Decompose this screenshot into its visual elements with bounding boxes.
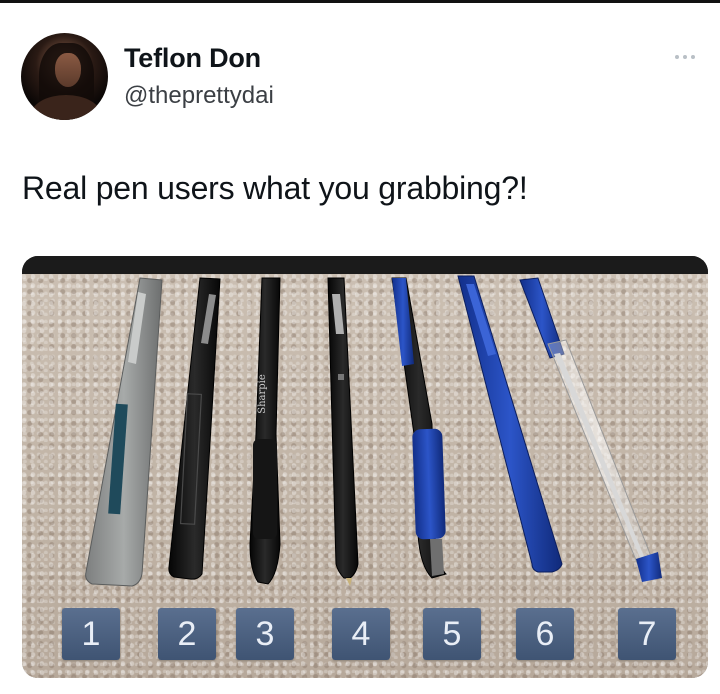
pen-1: [85, 277, 163, 587]
pen-number-label-3: 3: [236, 608, 294, 660]
tweet-media-image[interactable]: Sharpie 1 2 3 4 5 6 7: [22, 256, 708, 678]
pen-number-label-4: 4: [332, 608, 390, 660]
tweet-text: Real pen users what you grabbing?!: [22, 170, 528, 206]
window-top-edge: [0, 0, 720, 3]
svg-text:Sharpie: Sharpie: [257, 374, 268, 414]
avatar-face: [55, 53, 81, 87]
pen-4: [327, 277, 359, 586]
pen-number-label-7: 7: [618, 608, 676, 660]
dot-icon: [683, 55, 687, 59]
author-handle[interactable]: @theprettydai: [124, 82, 274, 110]
pen-number-label-5: 5: [423, 608, 481, 660]
media-letterbox: [22, 256, 708, 274]
pen-5: [391, 277, 447, 579]
dot-icon: [691, 55, 695, 59]
avatar[interactable]: [21, 33, 108, 120]
pen-number-label-1: 1: [62, 608, 120, 660]
pen-number-label-6: 6: [516, 608, 574, 660]
pen-3: Sharpie: [249, 277, 281, 585]
more-options-icon[interactable]: [672, 50, 698, 64]
dot-icon: [675, 55, 679, 59]
pen-2: [168, 277, 221, 580]
author-display-name[interactable]: Teflon Don: [124, 43, 261, 74]
pen-number-label-2: 2: [158, 608, 216, 660]
